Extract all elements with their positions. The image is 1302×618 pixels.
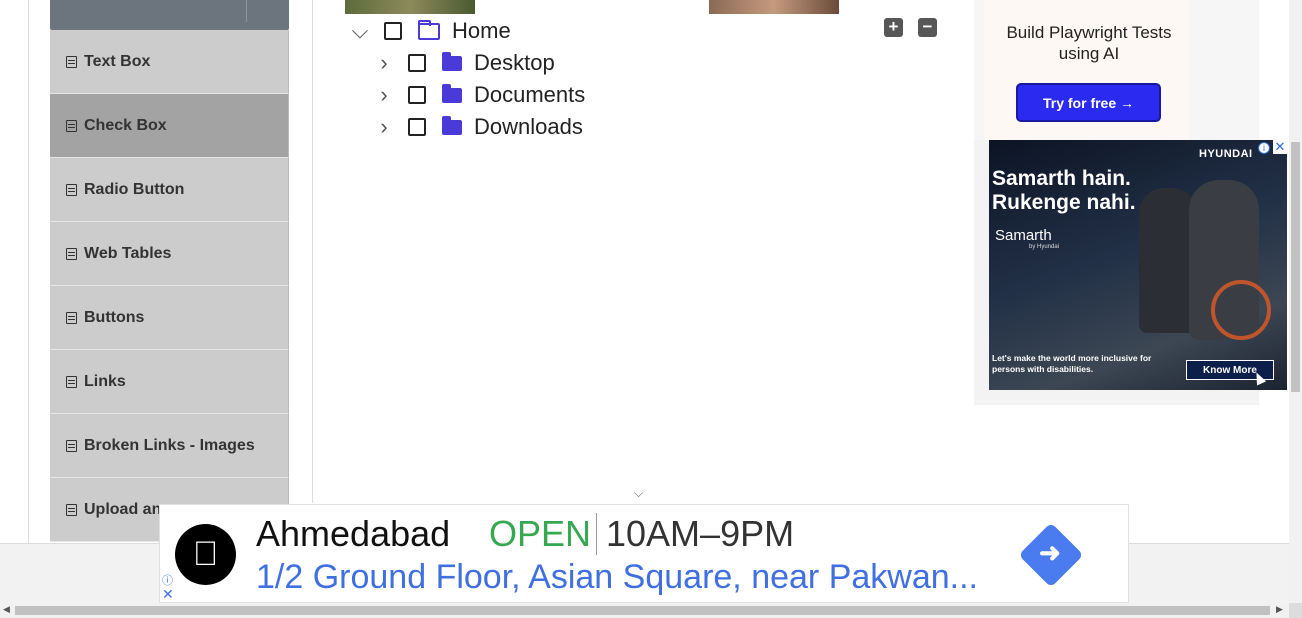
form-icon: [66, 183, 77, 196]
tree-checkbox-documents[interactable]: [408, 86, 426, 104]
tree-node-documents: › Documents: [376, 81, 585, 109]
sidebar: Text Box Check Box Radio Button Web Tabl…: [50, 0, 289, 542]
form-icon: [66, 311, 77, 324]
sidebar-item-check-box[interactable]: Check Box: [50, 94, 289, 158]
store-address[interactable]: 1/2 Ground Floor, Asian Square, near Pak…: [256, 558, 978, 597]
apple-logo-icon: : [175, 524, 236, 585]
ad-close-icon[interactable]: ✕: [1273, 140, 1287, 154]
ad-image-left[interactable]: [345, 0, 475, 14]
bottom-ad-banner[interactable]:  Ahmedabad OPEN 10AM–9PM 1/2 Ground Flo…: [159, 504, 1129, 603]
sidebar-item-label: Upload an: [84, 500, 162, 518]
form-icon: [66, 375, 77, 388]
directions-arrow-icon: ➜: [1038, 537, 1061, 568]
chevron-down-icon[interactable]: ⌵: [634, 486, 643, 501]
chevron-right-icon[interactable]: ›: [376, 50, 392, 75]
sidebar-item-broken-links[interactable]: Broken Links - Images: [50, 414, 289, 478]
form-icon: [66, 503, 77, 516]
tree-label-documents[interactable]: Documents: [474, 82, 585, 108]
sidebar-item-buttons[interactable]: Buttons: [50, 286, 289, 350]
ad-headline: Samarth hain. Rukenge nahi.: [992, 167, 1136, 214]
sidebar-item-label: Radio Button: [84, 180, 185, 198]
sidebar-item-label: Check Box: [84, 116, 167, 134]
ad-image-right[interactable]: [709, 0, 839, 14]
sidebar-item-radio-button[interactable]: Radio Button: [50, 158, 289, 222]
expand-all-button[interactable]: +: [884, 18, 903, 37]
chevron-down-icon[interactable]: ⌵: [352, 18, 369, 43]
ad-hyundai[interactable]: HYUNDAI Samarth hain. Rukenge nahi. Sama…: [989, 140, 1287, 390]
sidebar-item-text-box[interactable]: Text Box: [50, 30, 289, 94]
form-icon: [66, 119, 77, 132]
tree-label-downloads[interactable]: Downloads: [474, 114, 583, 140]
ad-footnote: Let's make the world more inclusive for …: [992, 353, 1152, 374]
ad-title: Build Playwright Tests using AI: [1006, 23, 1172, 63]
sidebar-item-label: Buttons: [84, 308, 145, 326]
sidebar-item-web-tables[interactable]: Web Tables: [50, 222, 289, 286]
folder-icon: [442, 115, 462, 135]
banner-divider: [596, 513, 597, 555]
ad-close-icon[interactable]: ✕: [162, 586, 174, 603]
tree-node-downloads: › Downloads: [376, 113, 583, 141]
folder-open-icon: [418, 19, 440, 40]
sidebar-item-label: Web Tables: [84, 244, 172, 262]
folder-icon: [442, 83, 462, 103]
scrollbar-thumb[interactable]: [1291, 142, 1300, 392]
ad-info-icon[interactable]: i: [1258, 142, 1270, 154]
left-divider: [28, 0, 29, 543]
sidebar-group-header[interactable]: [50, 0, 289, 30]
scroll-right-icon[interactable]: ▶: [1276, 604, 1283, 615]
tree-checkbox-home[interactable]: [384, 22, 402, 40]
tree-checkbox-downloads[interactable]: [408, 118, 426, 136]
tree-label-home[interactable]: Home: [452, 18, 511, 44]
sidebar-divider: [312, 0, 313, 503]
scroll-left-icon[interactable]: ◀: [3, 604, 10, 615]
sidebar-item-label: Text Box: [84, 52, 151, 70]
form-icon: [66, 55, 77, 68]
folder-icon: [442, 51, 462, 71]
collapse-all-button[interactable]: −: [918, 18, 937, 37]
ad-playwright: Build Playwright Tests using AI Try for …: [974, 0, 1259, 140]
sidebar-item-links[interactable]: Links: [50, 350, 289, 414]
store-city: Ahmedabad: [256, 513, 451, 554]
chevron-right-icon[interactable]: ›: [376, 114, 392, 139]
store-hours: 10AM–9PM: [606, 513, 795, 554]
directions-button[interactable]: ➜: [1018, 522, 1084, 588]
brand-logo: HYUNDAI: [1199, 148, 1253, 160]
samarth-logo: Samarth: [995, 227, 1052, 244]
scrollbar-thumb[interactable]: [15, 606, 1270, 615]
scrollbar-corner: [1289, 603, 1302, 618]
samarth-sub: by Hyundai: [1029, 244, 1060, 250]
sidebar-item-label: Links: [84, 372, 126, 390]
vertical-scrollbar[interactable]: [1289, 0, 1302, 603]
chevron-right-icon[interactable]: ›: [376, 82, 392, 107]
horizontal-scrollbar[interactable]: ◀ ▶: [0, 603, 1289, 618]
try-for-free-button[interactable]: Try for free →: [1016, 83, 1161, 122]
form-icon: [66, 247, 77, 260]
form-icon: [66, 439, 77, 452]
store-status: OPEN: [489, 513, 592, 554]
wheelchair-wheel: [1211, 280, 1271, 340]
tree-label-desktop[interactable]: Desktop: [474, 50, 555, 76]
group-header-separator: [246, 0, 247, 22]
tree-node-home: ⌵ Home: [352, 17, 511, 45]
tree-node-desktop: › Desktop: [376, 49, 555, 77]
sidebar-item-label: Broken Links - Images: [84, 436, 255, 454]
tree-checkbox-desktop[interactable]: [408, 54, 426, 72]
